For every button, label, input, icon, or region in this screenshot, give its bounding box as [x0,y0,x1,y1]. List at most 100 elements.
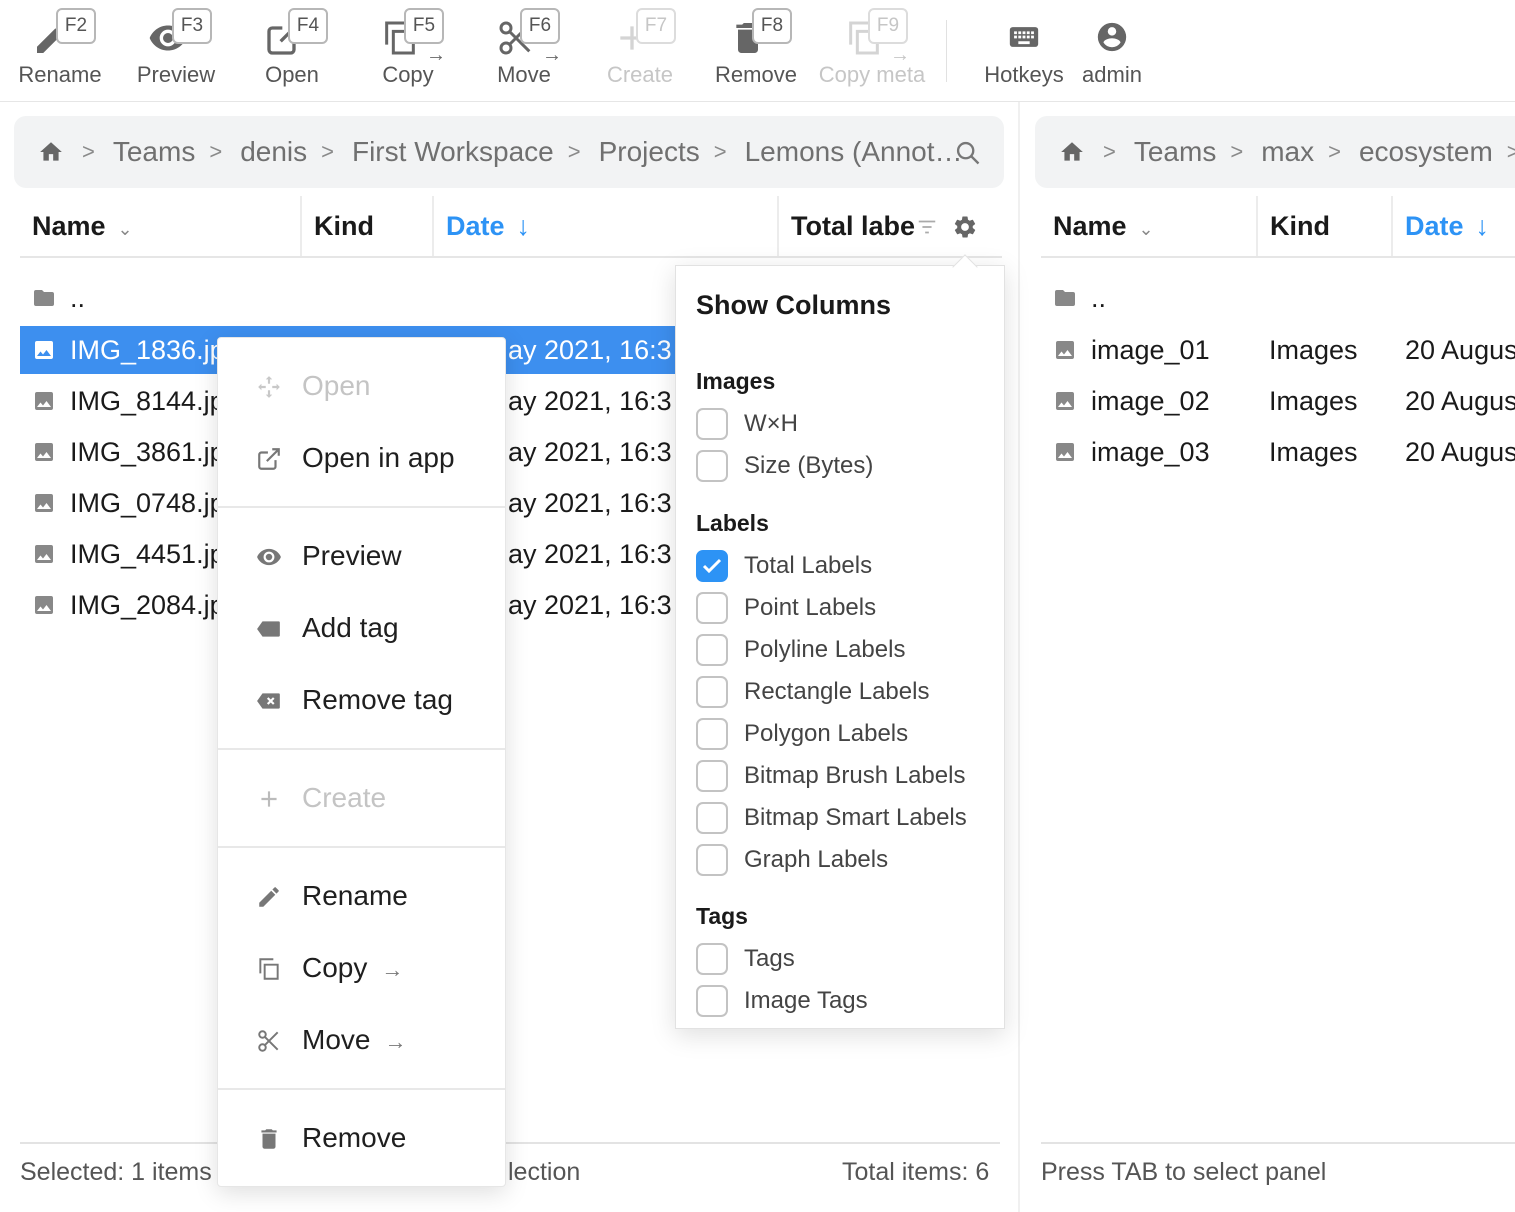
breadcrumb-workspace[interactable]: First Workspace [352,136,554,168]
filter-icon[interactable] [916,216,938,238]
checkbox[interactable] [696,943,728,975]
file-name: IMG_0748.jpg [70,488,240,518]
copy-meta-button[interactable]: F9 → Copy meta [814,0,930,100]
keyboard-icon [1009,27,1039,47]
menu-copy-text: Copy [302,952,368,983]
column-kind[interactable]: Kind [300,196,374,256]
menu-preview[interactable]: Preview [218,529,505,583]
column-name-label: Name [1053,211,1127,241]
menu-copy[interactable]: Copy → [218,941,505,995]
checkbox[interactable] [696,634,728,666]
column-kind[interactable]: Kind [1256,196,1330,256]
menu-open-in-app[interactable]: Open in app [218,431,505,485]
column-total-labels[interactable]: Total labe [777,196,977,256]
parent-folder-row[interactable]: .. [20,274,680,322]
file-date: 20 August [1405,335,1515,365]
chevron-right-icon: > [1230,139,1244,164]
column-kind-label: Kind [314,211,374,241]
remove-button[interactable]: F8 Remove [698,0,814,100]
menu-open-in-app-label: Open in app [302,442,455,473]
chevron-right-icon: > [209,139,223,164]
sort-arrow-icon: ↓ [1475,211,1490,241]
create-button[interactable]: F7 Create [582,0,698,100]
checkbox[interactable] [696,760,728,792]
column-name[interactable]: Name ⌄ [1053,196,1154,256]
arrow-right-icon: → [384,1029,407,1054]
file-row[interactable]: image_02 Images 20 August [1041,377,1515,425]
right-column-header: Name ⌄ Kind Date ↓ [1041,196,1515,258]
checkbox[interactable] [696,985,728,1017]
home-icon[interactable] [1059,139,1085,165]
file-row[interactable]: image_03 Images 20 August [1041,428,1515,476]
checkbox[interactable] [696,592,728,624]
open-button[interactable]: F4 Open [234,0,350,100]
menu-remove[interactable]: Remove [218,1111,505,1165]
image-file-icon [35,494,53,512]
group-labels: Labels [696,510,769,536]
file-kind: Images [1269,437,1358,467]
menu-rename[interactable]: Rename [218,869,505,923]
column-name[interactable]: Name ⌄ [32,196,133,256]
file-date: ay 2021, 16:3 [508,488,672,518]
rename-button[interactable]: F2 Rename [2,0,118,100]
checkbox[interactable] [696,408,728,440]
trash-icon [261,1129,277,1149]
f2-key-badge: F2 [56,8,96,44]
checkbox-checked[interactable] [696,550,728,582]
image-file-icon [35,545,53,563]
checkbox[interactable] [696,718,728,750]
checkbox[interactable] [696,450,728,482]
chevron-right-icon: > [82,139,95,164]
preview-button[interactable]: F3 Preview [118,0,234,100]
checkbox[interactable] [696,802,728,834]
chevron-down-icon: ⌄ [1138,219,1154,239]
show-columns-popup: Show Columns Images W×H Size (Bytes) Lab… [675,265,1005,1029]
f7-key-badge: F7 [636,8,676,44]
breadcrumb-user[interactable]: denis [240,136,307,168]
f3-key-badge: F3 [172,8,212,44]
scissors-icon [258,1030,279,1052]
file-name: image_03 [1091,437,1210,467]
checkbox[interactable] [696,844,728,876]
search-icon[interactable] [954,139,982,167]
checkbox[interactable] [696,676,728,708]
option-label: Tags [744,945,795,972]
f5-key-badge: F5 [404,8,444,44]
tag-icon [257,621,280,637]
breadcrumb-teams[interactable]: Teams [113,136,195,168]
copy-button[interactable]: F5 → Copy [350,0,466,100]
admin-user-button[interactable]: admin [1072,0,1152,100]
menu-divider [218,506,505,508]
column-date[interactable]: Date ↓ [432,196,530,256]
menu-move[interactable]: Move → [218,1013,505,1067]
chevron-right-icon: > [567,139,581,164]
menu-remove-tag[interactable]: Remove tag [218,673,505,727]
home-icon[interactable] [38,139,64,165]
group-images: Images [696,368,776,394]
pencil-icon [259,887,279,907]
breadcrumb-projects[interactable]: Projects [599,136,700,168]
gear-icon[interactable] [952,214,978,240]
menu-divider [218,1088,505,1090]
sort-arrow-icon: ↓ [516,211,531,241]
column-date[interactable]: Date ↓ [1391,196,1489,256]
parent-folder-row[interactable]: .. [1041,274,1515,322]
breadcrumb-teams[interactable]: Teams [1134,136,1216,168]
move-button[interactable]: F6 → Move [466,0,582,100]
hotkeys-button[interactable]: Hotkeys [978,0,1070,100]
menu-create[interactable]: Create [218,771,505,825]
plus-icon [261,791,277,807]
breadcrumb-workspace[interactable]: ecosystem [1359,136,1493,168]
menu-add-tag[interactable]: Add tag [218,601,505,655]
move-arrows-icon [258,376,280,398]
menu-remove-tag-label: Remove tag [302,684,453,715]
menu-open[interactable]: Open [218,359,505,413]
chevron-right-icon: > [1103,139,1116,164]
breadcrumb-user[interactable]: max [1261,136,1314,168]
copy-label: Copy [382,62,434,87]
folder-icon [1055,290,1075,306]
total-items: Total items: 6 [842,1158,990,1186]
breadcrumb-project[interactable]: Lemons (Annot… [745,136,963,168]
menu-divider [218,846,505,848]
file-row[interactable]: image_01 Images 20 August [1041,326,1515,374]
